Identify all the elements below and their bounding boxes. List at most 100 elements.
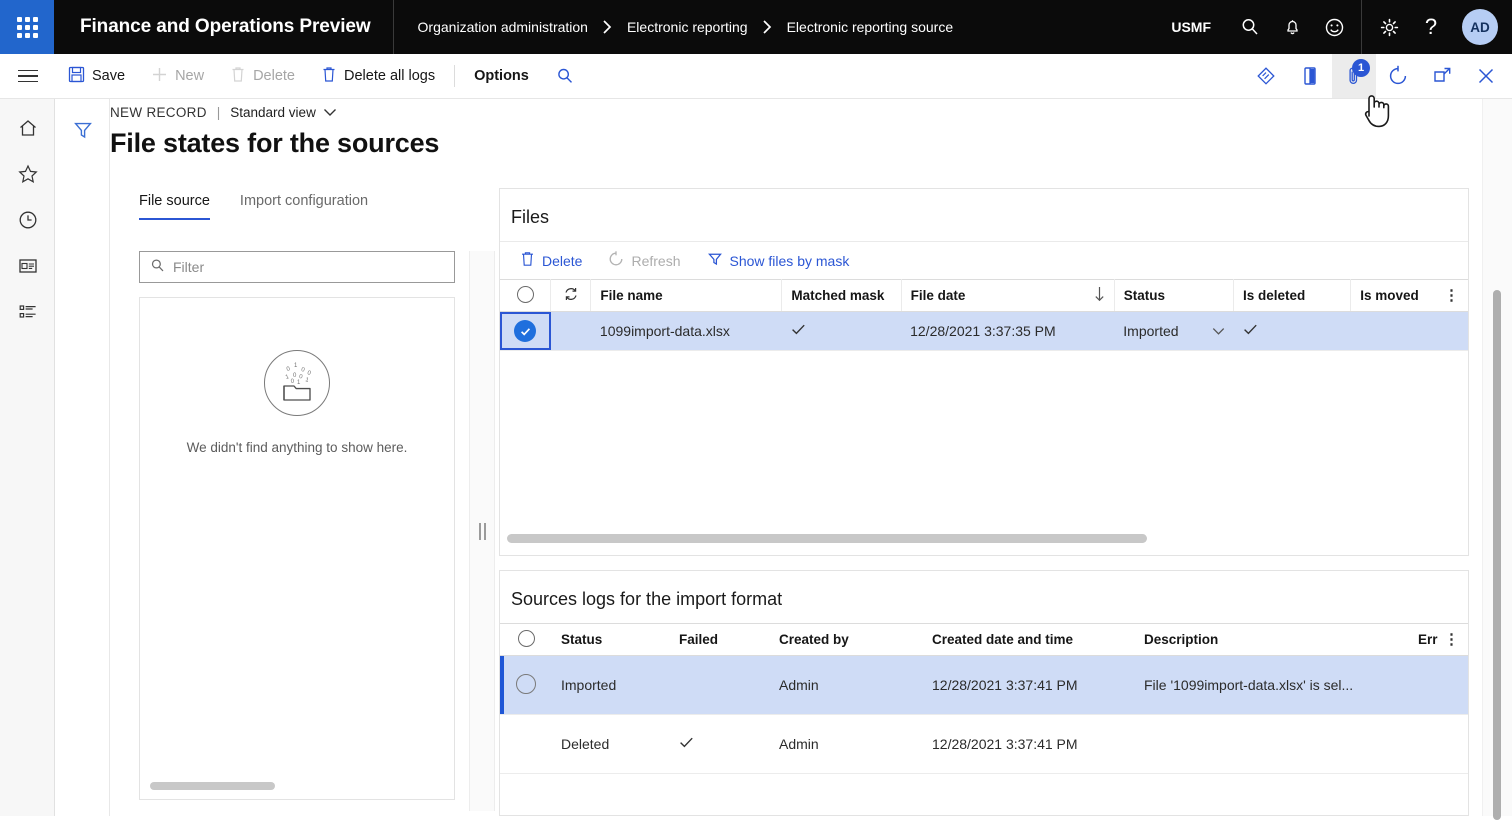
logs-cell-created-by[interactable]: Admin	[770, 656, 923, 715]
logs-col-created-date[interactable]: Created date and time	[923, 624, 1135, 656]
tab-import-configuration[interactable]: Import configuration	[240, 193, 368, 220]
logs-cell-failed[interactable]	[670, 656, 770, 715]
help-question-icon[interactable]: ?	[1410, 0, 1452, 54]
files-refresh-button[interactable]: Refresh	[597, 246, 691, 276]
logs-select-all-header[interactable]	[500, 624, 552, 656]
splitter-grip-icon	[479, 523, 486, 540]
search-icon	[150, 258, 165, 276]
files-cell-file-date[interactable]: 12/28/2021 3:37:35 PM	[901, 312, 1114, 351]
files-col-file-date[interactable]: File date	[901, 280, 1114, 312]
delete-all-logs-label: Delete all logs	[344, 68, 435, 84]
search-icon[interactable]	[1229, 0, 1271, 54]
logs-row-radio[interactable]	[516, 674, 536, 694]
left-navigation-rail	[0, 99, 55, 816]
breadcrumb-item-1[interactable]: Electronic reporting	[627, 19, 748, 35]
panel-splitter[interactable]	[469, 251, 495, 811]
notifications-bell-icon[interactable]	[1271, 0, 1313, 54]
logs-col-description[interactable]: Description	[1135, 624, 1409, 656]
avatar[interactable]: AD	[1462, 9, 1498, 45]
recent-clock-icon[interactable]	[0, 197, 55, 243]
modules-list-icon[interactable]	[0, 289, 55, 335]
filter-funnel-icon[interactable]	[55, 107, 110, 153]
logs-cell-description[interactable]: File '1099import-data.xlsx' is sel...	[1135, 656, 1409, 715]
filter-input[interactable]	[173, 259, 444, 275]
files-col-is-deleted[interactable]: Is deleted	[1234, 280, 1351, 312]
files-row-checkbox[interactable]	[500, 312, 551, 350]
personalize-diamond-icon[interactable]	[1244, 54, 1288, 98]
files-col-file-name[interactable]: File name	[591, 280, 782, 312]
filter-funnel-icon	[707, 251, 723, 270]
table-row[interactable]: Deleted Admin 12/28/2021 3:37:41 PM	[500, 715, 1468, 774]
page-title: File states for the sources	[110, 128, 439, 159]
filter-input-box[interactable]	[139, 251, 455, 283]
options-button[interactable]: Options	[461, 54, 542, 98]
breadcrumb-item-2[interactable]: Electronic reporting source	[787, 19, 954, 35]
logs-cell-failed[interactable]	[670, 715, 770, 774]
files-select-all-header[interactable]	[500, 280, 551, 312]
page-vertical-scrollbar[interactable]	[1493, 290, 1501, 820]
files-col-matched-mask[interactable]: Matched mask	[782, 280, 901, 312]
logs-cell-error[interactable]	[1409, 715, 1468, 774]
logs-col-failed[interactable]: Failed	[670, 624, 770, 656]
workspaces-icon[interactable]	[0, 243, 55, 289]
delete-all-logs-button[interactable]: Delete all logs	[308, 54, 448, 98]
save-button[interactable]: Save	[55, 54, 138, 98]
table-row[interactable]: Imported Admin 12/28/2021 3:37:41 PM Fil…	[500, 656, 1468, 715]
breadcrumb-item-0[interactable]: Organization administration	[418, 19, 588, 35]
new-button[interactable]: New	[138, 54, 217, 98]
svg-text:0: 0	[306, 370, 312, 377]
delete-button-label: Delete	[253, 68, 295, 84]
logs-cell-created-by[interactable]: Admin	[770, 715, 923, 774]
logs-col-status[interactable]: Status	[552, 624, 670, 656]
sort-descending-arrow-icon	[1094, 286, 1105, 305]
feedback-smiley-icon[interactable]	[1313, 0, 1355, 54]
select-all-circle-icon[interactable]	[518, 630, 535, 647]
popout-icon[interactable]	[1420, 54, 1464, 98]
files-horizontal-scrollbar[interactable]	[507, 534, 1147, 543]
files-col-file-date-label: File date	[911, 288, 966, 303]
files-col-is-moved[interactable]: Is moved ⋮	[1351, 280, 1468, 312]
left-panel-horizontal-scrollbar[interactable]	[150, 782, 275, 790]
tab-file-source[interactable]: File source	[139, 193, 210, 220]
action-pane-search-icon[interactable]	[542, 54, 588, 98]
chevron-down-icon[interactable]	[1212, 323, 1225, 339]
logs-grid-options-kebab-icon[interactable]: ⋮	[1444, 638, 1459, 642]
files-cell-file-name[interactable]: 1099import-data.xlsx	[591, 312, 782, 351]
files-col-status[interactable]: Status	[1114, 280, 1233, 312]
logs-cell-status[interactable]: Deleted	[552, 715, 670, 774]
files-horizontal-scrollbar-track	[507, 534, 1457, 546]
favorites-star-icon[interactable]	[0, 151, 55, 197]
logs-cell-created-date[interactable]: 12/28/2021 3:37:41 PM	[923, 715, 1135, 774]
logs-cell-status[interactable]: Imported	[552, 656, 670, 715]
logs-cell-description[interactable]	[1135, 715, 1409, 774]
hamburger-menu-icon[interactable]	[0, 54, 55, 98]
logs-col-error[interactable]: Err ⋮	[1409, 624, 1468, 656]
refresh-icon[interactable]	[1376, 54, 1420, 98]
logs-cell-error[interactable]	[1409, 656, 1468, 715]
files-toolbar: Delete Refresh Show files by mask	[500, 241, 1468, 279]
table-row[interactable]: 1099import-data.xlsx 12/28/2021 3:37:35 …	[500, 312, 1468, 351]
view-selector[interactable]: Standard view	[230, 105, 337, 120]
settings-gear-icon[interactable]	[1368, 0, 1410, 54]
home-icon[interactable]	[0, 105, 55, 151]
delete-button[interactable]: Delete	[217, 54, 308, 98]
files-cell-is-moved[interactable]	[1351, 312, 1468, 351]
file-source-left-panel: 0 1 0 0 1 0 0 1 0 1 We didn't find anyth…	[139, 251, 455, 811]
attachments-paperclip-icon[interactable]: 1	[1332, 54, 1376, 98]
refresh-icon	[608, 251, 624, 270]
app-launcher-icon[interactable]	[0, 0, 54, 54]
office-app-icon[interactable]	[1288, 54, 1332, 98]
select-all-circle-icon[interactable]	[517, 286, 534, 303]
files-cell-matched-mask[interactable]	[782, 312, 901, 351]
files-row-status-header[interactable]	[551, 280, 591, 312]
files-grid-options-kebab-icon[interactable]: ⋮	[1444, 294, 1459, 298]
sources-logs-card: Sources logs for the import format Statu…	[499, 570, 1469, 816]
logs-col-created-by[interactable]: Created by	[770, 624, 923, 656]
company-selector[interactable]: USMF	[1153, 19, 1229, 35]
files-cell-is-deleted[interactable]	[1234, 312, 1351, 351]
files-delete-button[interactable]: Delete	[509, 246, 593, 276]
logs-cell-created-date[interactable]: 12/28/2021 3:37:41 PM	[923, 656, 1135, 715]
close-icon[interactable]	[1464, 54, 1508, 98]
files-cell-status[interactable]: Imported	[1114, 312, 1233, 351]
show-files-by-mask-button[interactable]: Show files by mask	[696, 246, 861, 276]
